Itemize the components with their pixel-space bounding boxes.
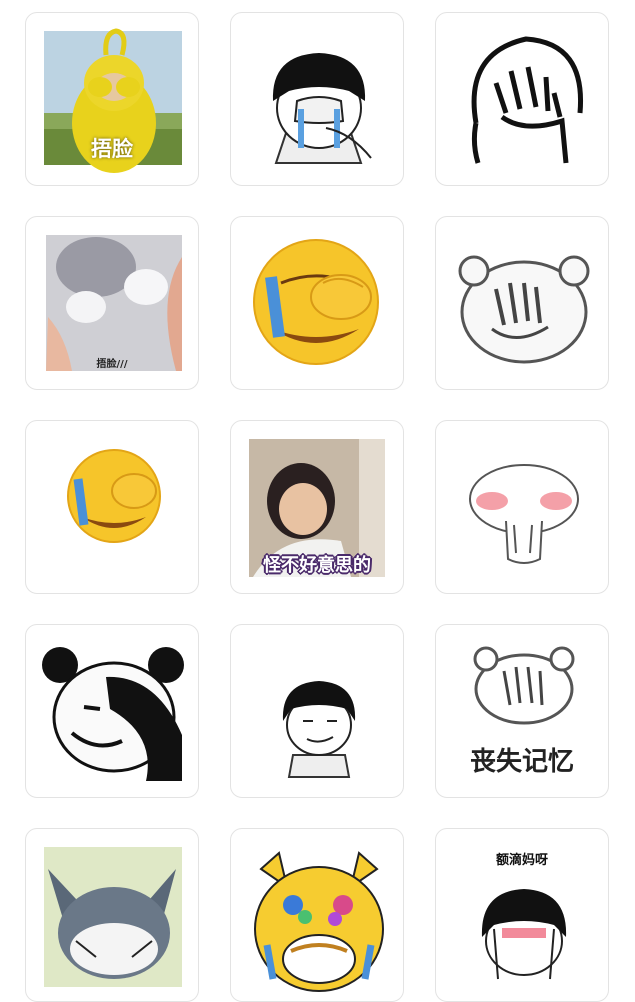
sticker-bear-lost-memory[interactable]: 丧失记忆	[435, 624, 609, 798]
bowlcut-crying-image	[272, 53, 372, 164]
sticker-bowlcut-crying-cover-face[interactable]	[230, 12, 404, 186]
emoji-facepalm-large-image	[253, 239, 379, 365]
sticker-grid: 捂脸 捂脸/// 怪不好意思的 丧失记忆 额滴妈呀	[0, 0, 635, 1002]
sticker-bowlcut-smirk[interactable]	[230, 624, 404, 798]
panda-facepalm-image	[42, 643, 184, 781]
sticker-tom-cat-covering-mouth[interactable]	[25, 828, 199, 1002]
sticker-caption: 捂脸	[91, 137, 133, 161]
sticker-cat-paws-cover[interactable]: 捂脸///	[25, 216, 199, 390]
blushing-mushroom-image	[469, 464, 579, 564]
emoji-facepalm-small-image	[67, 449, 161, 543]
sticker-emoji-facepalm-small[interactable]	[25, 420, 199, 594]
sticker-blushing-mushroom[interactable]	[435, 420, 609, 594]
tom-cat-image	[44, 847, 182, 987]
sticker-caption: 额滴妈呀	[495, 853, 548, 868]
bowlcut-smirk-image	[282, 681, 356, 778]
sticker-caption: 丧失记忆	[469, 747, 574, 777]
sticker-girl-shy-photo[interactable]: 怪不好意思的	[230, 420, 404, 594]
yellow-cat-gem-image	[254, 851, 384, 992]
sticker-lineart-facepalm[interactable]	[435, 12, 609, 186]
sketch-bear-image	[458, 255, 590, 364]
sticker-panda-facepalm[interactable]	[25, 624, 199, 798]
lineart-facepalm-image	[471, 36, 584, 164]
sticker-bowlcut-blush-top-text[interactable]: 额滴妈呀	[435, 828, 609, 1002]
sticker-caption: 怪不好意思的	[263, 555, 371, 576]
sticker-caption: 捂脸///	[96, 359, 128, 370]
sticker-emoji-facepalm-large[interactable]	[230, 216, 404, 390]
sticker-teletubby-cover-face[interactable]: 捂脸	[25, 12, 199, 186]
sticker-yellow-cat-gem-eyes[interactable]	[230, 828, 404, 1002]
sticker-sketch-bear-facepalm[interactable]	[435, 216, 609, 390]
